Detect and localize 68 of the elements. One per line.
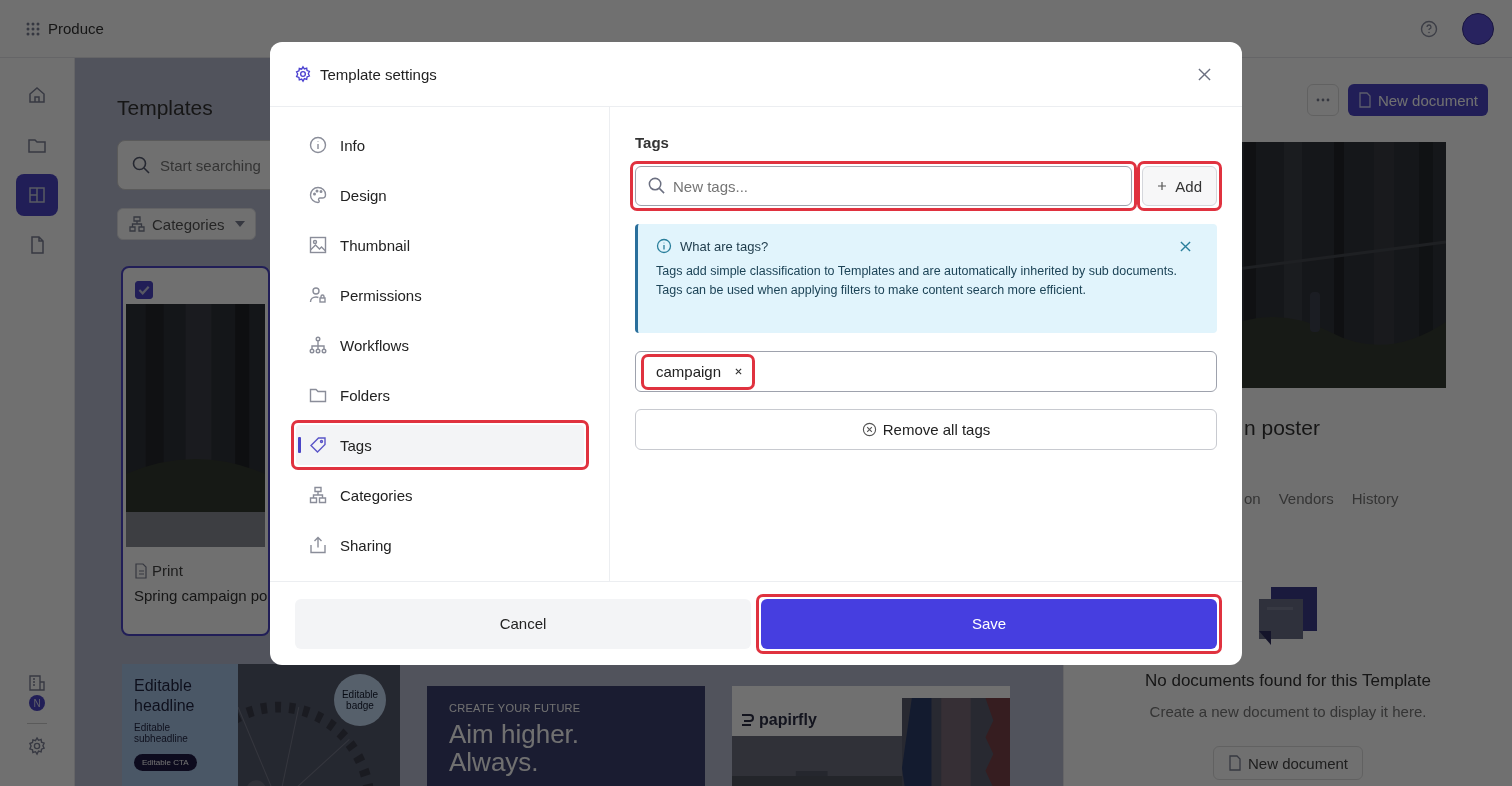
tag-input-field[interactable]: New tags...: [635, 166, 1133, 206]
close-icon[interactable]: [1198, 67, 1211, 81]
document-icon: [134, 562, 148, 579]
image-icon: [308, 235, 328, 255]
settings-nav-item[interactable]: Tags: [296, 425, 584, 465]
users-icon: [308, 285, 328, 305]
empty-state-text: Create a new document to display it here.: [1149, 703, 1427, 720]
cancel-button[interactable]: Cancel: [295, 598, 751, 649]
settings-nav-item[interactable]: Sharing: [296, 525, 584, 565]
settings-nav-item[interactable]: Folders: [296, 375, 584, 415]
building-icon[interactable]: [27, 673, 47, 693]
avatar[interactable]: [1462, 12, 1494, 45]
settings-nav-item[interactable]: Permissions: [296, 275, 584, 315]
hierarchy-icon: [128, 215, 146, 233]
settings-nav-item[interactable]: Workflows: [296, 325, 584, 365]
caret-icon: [234, 221, 245, 227]
empty-state-title: No documents found for this Template: [1145, 671, 1431, 691]
more-button[interactable]: [1306, 84, 1339, 116]
preview-headline: Aim higher. Always.: [449, 720, 581, 776]
template-card[interactable]: Print Spring campaign po: [121, 266, 270, 636]
document-type: Print: [134, 562, 265, 579]
document-icon: [1357, 92, 1372, 108]
preview-subheadline: Editable subheadline: [134, 722, 189, 744]
dialog-title: Template settings: [320, 65, 437, 83]
info-icon: [308, 135, 328, 155]
settings-nav-item[interactable]: Info: [296, 125, 584, 165]
palette-icon: [308, 185, 328, 205]
tree-icon: [308, 335, 328, 355]
search-icon: [647, 176, 666, 195]
remove-tag-icon[interactable]: [735, 368, 743, 375]
add-button[interactable]: Add: [1142, 166, 1217, 206]
more-icon: [1315, 98, 1330, 102]
preview-headline: Editable headline: [134, 676, 196, 716]
close-icon[interactable]: [1180, 240, 1191, 252]
remove-circle-icon: [861, 422, 877, 437]
preview-kicker: CREATE YOUR FUTURE: [449, 702, 582, 714]
brand-logo: papirfly: [732, 686, 902, 734]
empty-documents-icon: [1259, 587, 1317, 645]
tag-icon: [308, 435, 328, 455]
share-icon: [308, 535, 328, 555]
settings-nav-item[interactable]: Design: [296, 175, 584, 215]
template-title: Spring campaign po: [134, 587, 265, 604]
help-icon[interactable]: [1420, 19, 1438, 38]
app-name: Produce: [48, 20, 104, 37]
tag-list-field[interactable]: campaign: [635, 351, 1217, 392]
settings-icon[interactable]: [27, 736, 47, 756]
settings-nav-item[interactable]: Categories: [296, 475, 584, 515]
template-card[interactable]: Editable headline Editable subheadline Editable CTA Editable badge: [122, 664, 400, 786]
apps-grid-icon[interactable]: [26, 21, 40, 36]
remove-all-tags-button[interactable]: Remove all tags: [635, 409, 1217, 450]
notice-title: What are tags?: [680, 238, 769, 254]
checkbox[interactable]: [135, 281, 153, 299]
template-title: n poster: [1244, 416, 1321, 440]
settings-nav-item[interactable]: Thumbnail: [296, 225, 584, 265]
hierarchy-icon: [308, 485, 328, 505]
document-icon: [1227, 755, 1242, 771]
template-card[interactable]: CREATE YOUR FUTURE Aim higher. Always.: [427, 686, 705, 786]
section-title: Tags: [635, 134, 670, 151]
search-icon: [131, 155, 151, 175]
page-title: Templates: [117, 96, 214, 120]
preview-cta: Editable CTA: [134, 754, 197, 771]
notice-text: Tags add simple classification to Templates and are automatically inherited by sub documents. Tags can be used when applying filters to make content search more efficient.: [656, 263, 1178, 299]
save-button[interactable]: Save: [761, 598, 1217, 649]
plus-icon: [1157, 181, 1168, 191]
tag-label: campaign: [656, 363, 722, 380]
settings-icon: [294, 65, 312, 83]
layout-nav-icon[interactable]: [16, 174, 58, 216]
info-icon: [656, 238, 672, 254]
